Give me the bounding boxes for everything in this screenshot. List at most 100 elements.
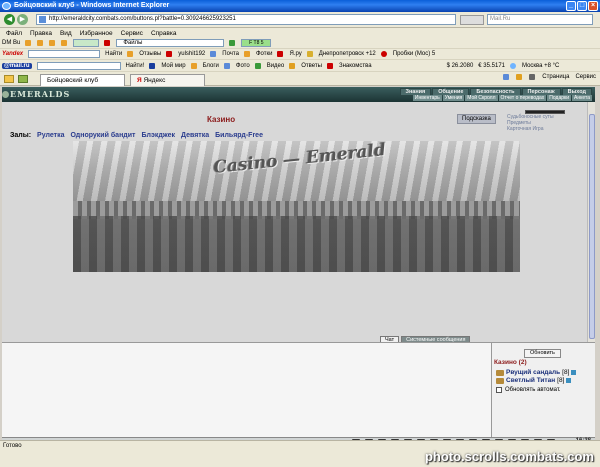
yandex-logo[interactable]: Yandex bbox=[2, 51, 23, 57]
search-input[interactable]: Mail.Ru bbox=[487, 14, 593, 25]
photo-link[interactable]: Фото bbox=[236, 63, 250, 69]
sub-nav: Инвентарь Умения Мой Скролл Отчет о пере… bbox=[412, 95, 592, 101]
user-info-icon[interactable] bbox=[566, 378, 572, 383]
reviews-link[interactable]: Отзывы bbox=[139, 51, 161, 57]
weather-link[interactable]: Москва +8 °C bbox=[522, 63, 559, 69]
dollar-rate: $ 26.2080 bbox=[446, 62, 474, 69]
hall-nine[interactable]: Девятка bbox=[181, 132, 209, 139]
add-favorites-icon[interactable] bbox=[18, 75, 28, 83]
mail-link[interactable]: Почта bbox=[222, 51, 239, 57]
red-x-icon[interactable] bbox=[104, 40, 111, 46]
address-bar[interactable]: http://emeraldcity.combats.com/buttons.p… bbox=[36, 14, 456, 25]
menu-view[interactable]: Вид bbox=[60, 30, 72, 37]
photos-link[interactable]: Фотки bbox=[256, 51, 273, 57]
ie-logo-icon bbox=[2, 2, 11, 10]
toolbar-input[interactable] bbox=[73, 39, 100, 47]
page-menu[interactable]: Страница bbox=[542, 74, 569, 80]
service-menu[interactable]: Сервис bbox=[575, 74, 596, 80]
answers-link[interactable]: Ответы bbox=[301, 63, 322, 69]
online-user[interactable]: Рвущий сандаль [8] bbox=[496, 369, 577, 376]
halls-nav: Залы: Рулетка Однорукий бандит Блэкджек … bbox=[10, 132, 263, 139]
user-info-icon[interactable] bbox=[571, 370, 577, 375]
page-icon bbox=[39, 16, 46, 23]
back-button[interactable]: ◀ bbox=[4, 14, 15, 25]
subnav-transfer-report[interactable]: Отчет о переводах bbox=[498, 95, 547, 101]
yandex-find-button[interactable]: Найти bbox=[105, 51, 122, 57]
video-icon bbox=[254, 62, 261, 69]
blogs-link[interactable]: Блоги bbox=[203, 63, 219, 69]
menu-file[interactable]: Файл bbox=[6, 30, 22, 37]
game-logo: EMERALDS bbox=[10, 89, 71, 99]
side-link-card-game[interactable]: Карточная Игра bbox=[507, 126, 585, 132]
yaru-link[interactable]: Я.ру bbox=[289, 51, 301, 57]
user-name[interactable]: Светлый Титан bbox=[506, 377, 555, 384]
page-title: Казино bbox=[207, 115, 236, 124]
dating-icon bbox=[326, 62, 333, 69]
green-icon[interactable] bbox=[229, 40, 236, 46]
menu-favorites[interactable]: Избранное bbox=[80, 30, 113, 37]
traffic-link[interactable]: Пробки (Мос) 5 bbox=[393, 51, 435, 57]
maximize-button[interactable]: □ bbox=[577, 1, 587, 11]
toolbar-icon[interactable] bbox=[49, 40, 56, 46]
menu-edit[interactable]: Правка bbox=[30, 30, 52, 37]
files-dropdown[interactable]: Файлы bbox=[116, 39, 225, 47]
online-user[interactable]: Светлый Титан [8] bbox=[496, 377, 572, 384]
photo-icon bbox=[223, 62, 230, 69]
dating-link[interactable]: Знакомства bbox=[339, 63, 372, 69]
window-title-bar: Бойцовский клуб - Windows Internet Explo… bbox=[0, 0, 600, 12]
subnav-profile[interactable]: Анкета bbox=[572, 95, 592, 101]
hint-button[interactable]: Подсказка bbox=[457, 114, 496, 124]
subnav-inventory[interactable]: Инвентарь bbox=[412, 95, 442, 101]
toolbar-icon[interactable] bbox=[37, 40, 44, 46]
status-text: Готово bbox=[3, 443, 22, 449]
tab-fight-club[interactable]: Бойцовский клуб bbox=[40, 74, 125, 86]
user-level: [8] bbox=[557, 377, 565, 384]
hall-slot-machine[interactable]: Однорукий бандит bbox=[71, 132, 136, 139]
user-icon bbox=[166, 51, 173, 57]
user-name[interactable]: Рвущий сандаль bbox=[506, 369, 560, 376]
close-button[interactable]: × bbox=[588, 1, 598, 11]
mailru-search-input[interactable] bbox=[36, 61, 121, 70]
subnav-gifts[interactable]: Подарки bbox=[547, 95, 572, 101]
mailru-find-button[interactable]: Найти! bbox=[126, 63, 145, 69]
hall-roulette[interactable]: Рулетка bbox=[37, 132, 64, 139]
subnav-skills[interactable]: Умения bbox=[442, 95, 465, 101]
yandex-tab-icon: Я bbox=[137, 77, 142, 84]
refresh-stop-buttons[interactable] bbox=[460, 15, 484, 25]
toolbar-icon[interactable] bbox=[25, 40, 32, 46]
subnav-my-scroll[interactable]: Мой Скролл bbox=[465, 95, 498, 101]
user-link[interactable]: yulshit192 bbox=[178, 51, 205, 57]
myworld-link[interactable]: Мой мир bbox=[161, 63, 185, 69]
address-row: ◀ ▶ http://emeraldcity.combats.com/butto… bbox=[0, 12, 600, 28]
refresh-button[interactable]: Обновить bbox=[524, 349, 561, 358]
toolbar-3: @mail.ru Найти! Мой мир Блоги Фото Видео… bbox=[0, 60, 600, 72]
menu-tools[interactable]: Сервис bbox=[121, 30, 143, 37]
auto-update-checkbox[interactable] bbox=[496, 387, 502, 393]
mailru-logo[interactable]: @mail.ru bbox=[2, 62, 32, 69]
minimize-button[interactable]: _ bbox=[566, 1, 576, 11]
city-weather[interactable]: Днепропетровск +12 bbox=[319, 51, 376, 57]
yandex-search-input[interactable] bbox=[28, 50, 101, 58]
print-icon[interactable] bbox=[529, 74, 536, 80]
forward-button[interactable]: ▶ bbox=[17, 14, 28, 25]
scroll-thumb[interactable] bbox=[589, 114, 595, 339]
home-icon[interactable] bbox=[503, 74, 510, 80]
auto-update-label: Обновлять автомат. bbox=[505, 387, 561, 393]
address-url: http://emeraldcity.combats.com/buttons.p… bbox=[49, 16, 236, 22]
tab-yandex[interactable]: Я Яндекс bbox=[130, 74, 205, 86]
video-link[interactable]: Видео bbox=[267, 63, 285, 69]
ft-box[interactable]: F T8 5 bbox=[241, 39, 272, 47]
online-location-title: Казино (2) bbox=[494, 359, 527, 366]
favorites-star-icon[interactable] bbox=[4, 75, 14, 83]
game-header: EMERALDS Знания Общение Безопасность Пер… bbox=[2, 87, 595, 102]
main-scrollbar[interactable] bbox=[587, 102, 595, 342]
hall-billiard-free[interactable]: Бильярд-Free bbox=[215, 132, 263, 139]
user-avatar-icon bbox=[496, 369, 504, 376]
feeds-icon[interactable] bbox=[516, 74, 523, 80]
tab-row: Бойцовский клуб Я Яндекс Страница Сервис bbox=[0, 72, 600, 86]
toolbar-icon[interactable] bbox=[61, 40, 68, 46]
chat-area[interactable] bbox=[2, 342, 491, 437]
auto-update-option[interactable]: Обновлять автомат. bbox=[496, 387, 561, 393]
menu-help[interactable]: Справка bbox=[151, 30, 177, 37]
hall-blackjack[interactable]: Блэкджек bbox=[141, 132, 175, 139]
